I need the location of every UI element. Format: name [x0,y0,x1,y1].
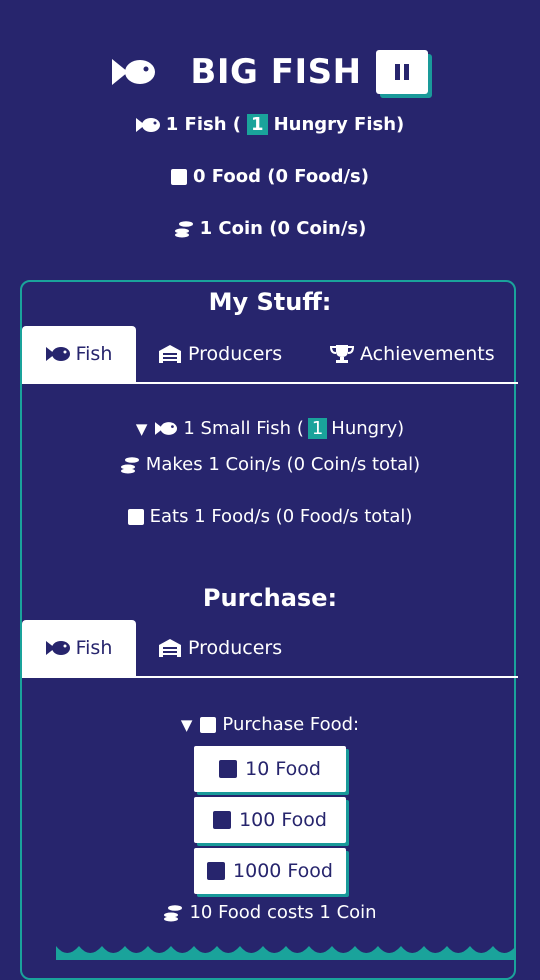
coins-icon [164,904,183,921]
hungry-badge: 1 [307,418,328,439]
stuff-tabs: Fish Producers Achievements [22,326,518,384]
tab-producers[interactable]: Producers [158,326,282,382]
purchase-tab-producers[interactable]: Producers [158,620,282,676]
fish-icon [45,347,70,361]
buy-10-food-button[interactable]: 10 Food [194,746,346,792]
game-title: BIG FISH [190,52,362,92]
pause-button[interactable] [375,50,428,94]
fish-icon [135,117,160,132]
purchase-food-section[interactable]: ▼ Purchase Food: [22,714,518,735]
collapse-toggle-icon: ▼ [135,419,148,438]
pause-icon [394,64,400,80]
trophy-icon [330,345,354,363]
buy-1000-food-button[interactable]: 1000 Food [194,848,346,894]
small-fish-entry[interactable]: ▼ 1 Small Fish ( 1 Hungry) [22,418,518,439]
water-waves [56,946,516,960]
tab-fish[interactable]: Fish [22,326,136,382]
purchase-title: Purchase: [202,584,338,612]
food-icon [200,716,217,733]
food-icon [213,811,232,829]
game-header: BIG FISH [0,42,540,102]
buy-100-food-button[interactable]: 100 Food [194,797,346,843]
food-icon [171,168,188,185]
my-stuff-title: My Stuff: [208,288,332,316]
purchase-tab-fish[interactable]: Fish [22,620,136,676]
coin-stat: 1 Coin (0 Coin/s) [0,218,540,239]
food-cost-note: 10 Food costs 1 Coin [22,902,518,923]
food-icon [219,760,238,778]
fish-icon [155,422,178,435]
food-icon [207,862,226,880]
fish-income-line: Makes 1 Coin/s (0 Coin/s total) [22,454,518,475]
warehouse-icon [159,345,181,363]
fish-icon [45,641,70,655]
fish-consumption-line: Eats 1 Food/s (0 Food/s total) [22,506,518,527]
hungry-count-badge: 1 [247,114,268,135]
coins-icon [174,220,193,237]
purchase-tabs: Fish Producers [22,620,518,678]
food-stat: 0 Food (0 Food/s) [0,166,540,187]
fish-stat: 1 Fish ( 1 Hungry Fish) [0,114,540,135]
collapse-toggle-icon: ▼ [180,715,193,734]
fish-icon [112,59,156,85]
warehouse-icon [159,639,181,657]
food-icon [127,508,144,525]
main-panel: My Stuff: Fish Producers Achievements ▼ … [20,280,518,980]
coins-icon [120,456,139,473]
tab-achievements[interactable]: Achievements [330,326,495,382]
